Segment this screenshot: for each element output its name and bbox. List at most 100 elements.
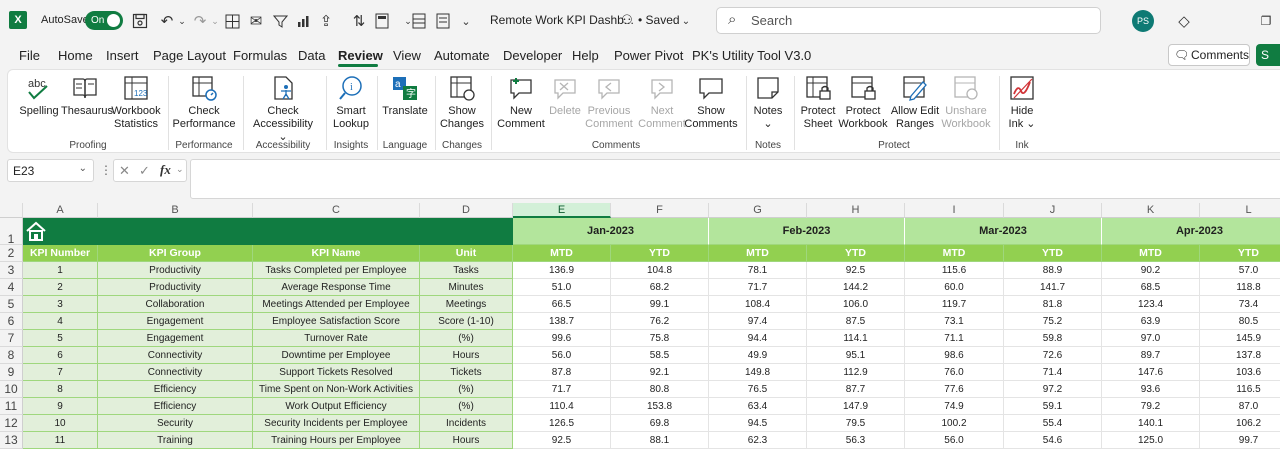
table-cell[interactable]: 75.2 [1004, 313, 1102, 330]
table-cell[interactable]: 55.4 [1004, 415, 1102, 432]
column-header-f[interactable]: F [611, 203, 709, 218]
row-header-10[interactable]: 10 [0, 381, 23, 398]
table-cell[interactable]: 76.0 [905, 364, 1004, 381]
table-cell[interactable]: 59.8 [1004, 330, 1102, 347]
customize-qat-icon[interactable]: ⌄ [456, 11, 476, 31]
table-cell[interactable]: Hours [420, 347, 513, 364]
table-cell[interactable]: 2 [23, 279, 98, 296]
table-cell[interactable]: 80.5 [1200, 313, 1280, 330]
table-cell[interactable]: 141.7 [1004, 279, 1102, 296]
table-cell[interactable]: Efficiency [98, 398, 253, 415]
select-all-corner[interactable] [0, 203, 23, 218]
restore-window-icon[interactable]: ❐ [1256, 11, 1276, 31]
more-options-icon[interactable]: ⋮ [100, 163, 112, 177]
formula-dropdown-icon[interactable]: ⌄ [176, 164, 184, 175]
delete-comment-button[interactable]: Delete [548, 74, 582, 118]
smart-lookup-button[interactable]: i Smart Lookup [330, 74, 372, 131]
table-cell[interactable]: 89.7 [1102, 347, 1200, 364]
email-icon[interactable]: ✉ [246, 11, 266, 31]
table-cell[interactable]: Work Output Efficiency [253, 398, 420, 415]
table-cell[interactable]: 99.6 [513, 330, 611, 347]
row-header-6[interactable]: 6 [0, 313, 23, 330]
table-cell[interactable]: Security [98, 415, 253, 432]
table-cell[interactable]: 87.5 [807, 313, 905, 330]
unshare-workbook-button[interactable]: Unshare Workbook [940, 74, 992, 131]
table-cell[interactable]: Incidents [420, 415, 513, 432]
search-box[interactable]: ⌕ Search [716, 7, 1101, 34]
formula-input[interactable] [190, 159, 1280, 199]
table-cell[interactable]: Training [98, 432, 253, 449]
table-cell[interactable]: 76.2 [611, 313, 709, 330]
table-cell[interactable]: Engagement [98, 330, 253, 347]
table-cell[interactable]: 138.7 [513, 313, 611, 330]
table-cell[interactable]: 97.2 [1004, 381, 1102, 398]
table-cell[interactable]: Tasks [420, 262, 513, 279]
table-cell[interactable]: 106.0 [807, 296, 905, 313]
table-cell[interactable]: 56.0 [905, 432, 1004, 449]
table-cell[interactable]: 66.5 [513, 296, 611, 313]
tab-power-pivot[interactable]: Power Pivot [614, 48, 683, 63]
column-header-g[interactable]: G [709, 203, 807, 218]
table-cell[interactable]: 76.5 [709, 381, 807, 398]
table-cell[interactable]: 136.9 [513, 262, 611, 279]
table-cell[interactable]: 4 [23, 313, 98, 330]
table-cell[interactable]: 153.8 [611, 398, 709, 415]
column-header-b[interactable]: B [98, 203, 253, 218]
table-cell[interactable]: 119.7 [905, 296, 1004, 313]
borders-icon[interactable] [222, 11, 242, 31]
table-cell[interactable]: 106.2 [1200, 415, 1280, 432]
table-cell[interactable]: Productivity [98, 279, 253, 296]
hide-ink-button[interactable]: Hide Ink ⌄ [1004, 74, 1040, 131]
table-cell[interactable]: 92.1 [611, 364, 709, 381]
table-cell[interactable]: 140.1 [1102, 415, 1200, 432]
table-cell[interactable]: 51.0 [513, 279, 611, 296]
table-cell[interactable]: Support Tickets Resolved [253, 364, 420, 381]
table-cell[interactable]: 68.5 [1102, 279, 1200, 296]
table-cell[interactable]: Training Hours per Employee [253, 432, 420, 449]
tab-formulas[interactable]: Formulas [233, 48, 287, 63]
table-cell[interactable]: 8 [23, 381, 98, 398]
row-header-5[interactable]: 5 [0, 296, 23, 313]
tab-automate[interactable]: Automate [434, 48, 490, 63]
filter-icon[interactable] [270, 11, 290, 31]
table-cell[interactable]: Tickets [420, 364, 513, 381]
column-header-i[interactable]: I [905, 203, 1004, 218]
table-cell[interactable]: Productivity [98, 262, 253, 279]
table-cell[interactable]: 62.3 [709, 432, 807, 449]
table-cell[interactable]: 9 [23, 398, 98, 415]
table-cell[interactable]: 54.6 [1004, 432, 1102, 449]
show-changes-button[interactable]: Show Changes [439, 74, 485, 131]
row-header-11[interactable]: 11 [0, 398, 23, 415]
thesaurus-button[interactable]: Thesaurus [61, 74, 113, 118]
worksheet-grid[interactable]: A B C D E F G H I J K L 1 2 3 4 5 6 7 8 9 10 11 12 13 Jan-2023 Feb… [0, 203, 1280, 455]
row-header-1[interactable]: 1 [0, 218, 23, 246]
tab-data[interactable]: Data [298, 48, 325, 63]
table-cell[interactable]: 94.4 [709, 330, 807, 347]
table-cell[interactable]: Employee Satisfaction Score [253, 313, 420, 330]
table-cell[interactable]: 149.8 [709, 364, 807, 381]
chart-icon[interactable] [293, 11, 313, 31]
table-cell[interactable]: 1 [23, 262, 98, 279]
row-header-7[interactable]: 7 [0, 330, 23, 347]
table-cell[interactable]: Hours [420, 432, 513, 449]
allow-edit-ranges-button[interactable]: Allow Edit Ranges [888, 74, 942, 131]
enter-icon[interactable]: ✓ [139, 163, 150, 179]
form-icon[interactable] [433, 11, 453, 31]
table-cell[interactable]: 57.0 [1200, 262, 1280, 279]
row-header-13[interactable]: 13 [0, 432, 23, 449]
table-cell[interactable]: 92.5 [513, 432, 611, 449]
tab-pk-utility-tool[interactable]: PK's Utility Tool V3.0 [692, 48, 811, 63]
table-cell[interactable]: 6 [23, 347, 98, 364]
table-cell[interactable]: 63.9 [1102, 313, 1200, 330]
table-cell[interactable]: Meetings [420, 296, 513, 313]
table-cell[interactable]: 114.1 [807, 330, 905, 347]
table-cell[interactable]: 80.8 [611, 381, 709, 398]
table-cell[interactable]: Connectivity [98, 347, 253, 364]
new-comment-button[interactable]: New Comment [495, 74, 547, 131]
table-cell[interactable]: 93.6 [1102, 381, 1200, 398]
table-cell[interactable]: 74.9 [905, 398, 1004, 415]
check-performance-button[interactable]: Check Performance [172, 74, 236, 131]
table-cell[interactable]: Score (1-10) [420, 313, 513, 330]
table-cell[interactable]: 126.5 [513, 415, 611, 432]
table-cell[interactable]: 123.4 [1102, 296, 1200, 313]
